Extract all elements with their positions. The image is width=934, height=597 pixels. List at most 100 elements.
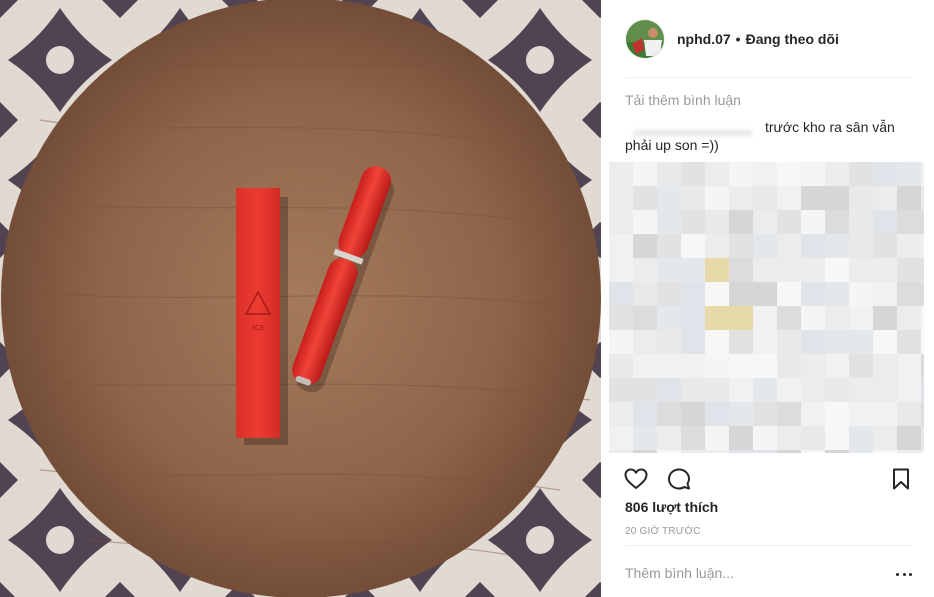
following-button[interactable]: Đang theo dõi	[746, 31, 839, 47]
mosaic-cell	[657, 402, 681, 426]
mosaic-cell	[921, 378, 924, 402]
mosaic-cell	[729, 186, 753, 210]
mosaic-cell	[729, 258, 753, 282]
bookmark-icon[interactable]	[888, 466, 914, 492]
more-dots-icon[interactable]	[896, 567, 912, 581]
mosaic-cell	[897, 306, 921, 330]
mosaic-cell	[801, 426, 825, 450]
post-side-panel: nphd.07 • Đang theo dõi Tải thêm bình lu…	[601, 0, 934, 597]
mosaic-cell	[729, 378, 753, 402]
mosaic-cell	[921, 258, 924, 282]
mosaic-cell	[921, 282, 924, 306]
mosaic-cell	[729, 234, 753, 258]
mosaic-cell	[657, 282, 681, 306]
post-timestamp[interactable]: 20 GIỜ TRƯỚC	[625, 526, 701, 537]
mosaic-cell	[657, 378, 681, 402]
caption-comment: trước kho ra sân vẫn phải up son =))	[625, 118, 915, 154]
load-more-comments-link[interactable]: Tải thêm bình luận	[625, 92, 741, 108]
mosaic-cell	[609, 426, 633, 450]
mosaic-cell	[849, 426, 873, 450]
mosaic-cell	[705, 354, 729, 378]
add-comment-input[interactable]	[625, 565, 865, 581]
mosaic-cell	[825, 354, 849, 378]
mosaic-cell	[873, 234, 897, 258]
mosaic-cell	[873, 450, 897, 453]
comment-text-line-1: trước kho ra sân vẫn	[765, 119, 895, 135]
mosaic-cell	[657, 234, 681, 258]
mosaic-cell	[657, 330, 681, 354]
mosaic-cell	[609, 402, 633, 426]
mosaic-cell	[705, 306, 729, 330]
mosaic-cell	[897, 378, 921, 402]
mosaic-cell	[681, 186, 705, 210]
mosaic-cell	[657, 162, 681, 186]
mosaic-cell	[921, 162, 924, 186]
action-bar	[623, 466, 914, 492]
mosaic-cell	[729, 306, 753, 330]
mosaic-cell	[897, 330, 921, 354]
mosaic-cell	[609, 354, 633, 378]
mosaic-cell	[873, 402, 897, 426]
mosaic-cell	[705, 258, 729, 282]
mosaic-cell	[753, 258, 777, 282]
mosaic-cell	[825, 210, 849, 234]
mosaic-cell	[777, 450, 801, 453]
mosaic-cell	[897, 210, 921, 234]
mosaic-cell	[705, 426, 729, 450]
mosaic-cell	[705, 402, 729, 426]
mosaic-cell	[657, 186, 681, 210]
mosaic-cell	[777, 354, 801, 378]
mosaic-cell	[729, 162, 753, 186]
mosaic-cell	[705, 210, 729, 234]
mosaic-cell	[825, 402, 849, 426]
mosaic-cell	[681, 330, 705, 354]
mosaic-cell	[825, 282, 849, 306]
mosaic-cell	[777, 186, 801, 210]
mosaic-cell	[633, 426, 657, 450]
pixelated-comments	[609, 162, 924, 453]
mosaic-cell	[849, 234, 873, 258]
mosaic-cell	[801, 234, 825, 258]
mosaic-cell	[681, 258, 705, 282]
avatar[interactable]	[625, 19, 665, 59]
speech-bubble-icon[interactable]	[666, 466, 692, 492]
mosaic-cell	[633, 402, 657, 426]
mosaic-cell	[801, 402, 825, 426]
username-link[interactable]: nphd.07	[677, 31, 731, 47]
lipstick-photo: 3CE	[0, 0, 601, 597]
mosaic-cell	[681, 426, 705, 450]
mosaic-cell	[681, 450, 705, 453]
mosaic-cell	[753, 162, 777, 186]
mosaic-cell	[873, 306, 897, 330]
mosaic-cell	[705, 450, 729, 453]
mosaic-cell	[753, 402, 777, 426]
mosaic-cell	[873, 162, 897, 186]
mosaic-cell	[609, 186, 633, 210]
mosaic-cell	[849, 402, 873, 426]
mosaic-cell	[849, 282, 873, 306]
mosaic-cell	[657, 450, 681, 453]
mosaic-cell	[873, 354, 897, 378]
mosaic-cell	[849, 330, 873, 354]
mosaic-cell	[729, 282, 753, 306]
post-photo[interactable]: 3CE	[0, 0, 601, 597]
mosaic-cell	[825, 426, 849, 450]
mosaic-cell	[633, 330, 657, 354]
mosaic-cell	[801, 186, 825, 210]
mosaic-cell	[681, 210, 705, 234]
mosaic-cell	[633, 162, 657, 186]
mosaic-cell	[873, 210, 897, 234]
mosaic-cell	[801, 354, 825, 378]
mosaic-cell	[873, 186, 897, 210]
mosaic-cell	[873, 282, 897, 306]
lipstick-box: 3CE	[236, 188, 288, 445]
mosaic-cell	[825, 186, 849, 210]
mosaic-cell	[873, 258, 897, 282]
mosaic-cell	[753, 186, 777, 210]
like-count[interactable]: 806 lượt thích	[625, 499, 718, 515]
mosaic-cell	[657, 354, 681, 378]
mosaic-cell	[921, 234, 924, 258]
mosaic-cell	[753, 306, 777, 330]
heart-icon[interactable]	[623, 466, 649, 492]
mosaic-cell	[849, 306, 873, 330]
